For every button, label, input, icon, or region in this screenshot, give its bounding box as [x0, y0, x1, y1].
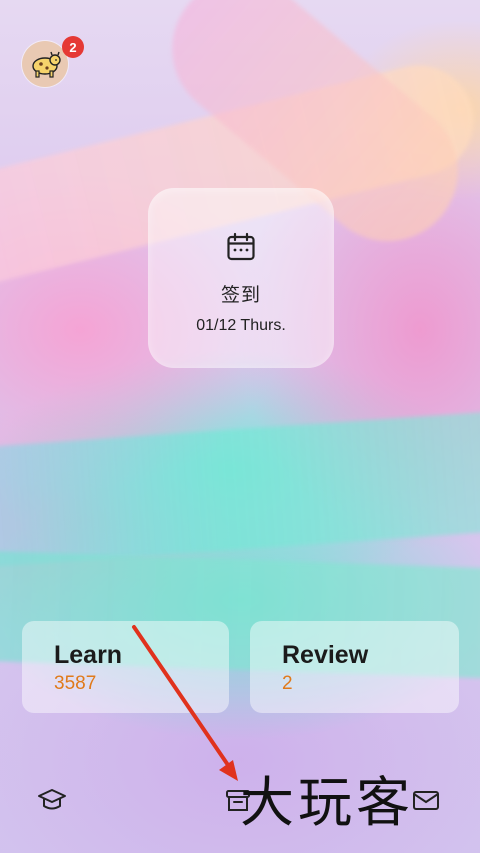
- tab-mail[interactable]: [410, 784, 442, 816]
- mail-icon: [413, 791, 439, 810]
- tab-learn[interactable]: [36, 784, 68, 816]
- annotation-arrow: [132, 625, 238, 781]
- watermark: 大玩客: [240, 771, 414, 834]
- graduation-cap-icon: [38, 789, 66, 810]
